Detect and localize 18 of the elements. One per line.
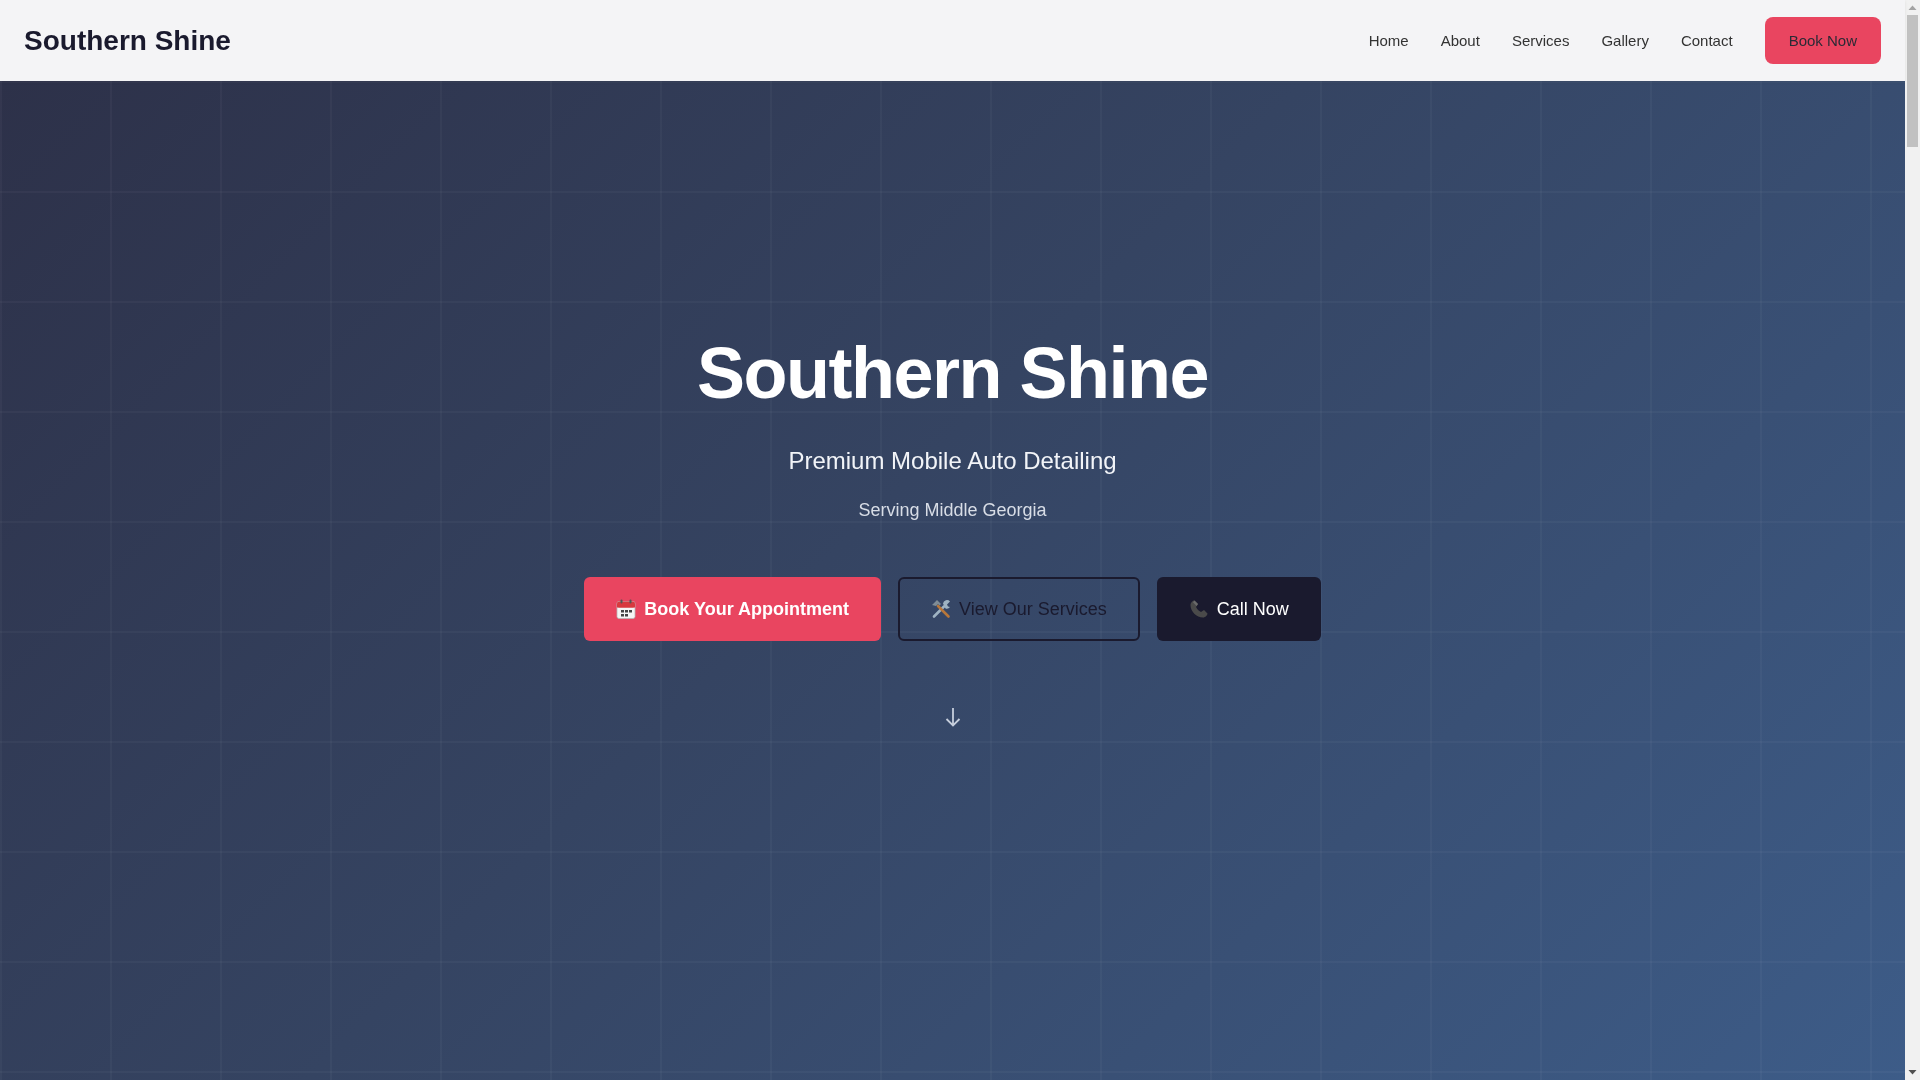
down-arrow-icon[interactable]: [944, 707, 961, 727]
tools-icon: [930, 599, 951, 619]
nav-link[interactable]: About: [1440, 31, 1480, 50]
phone-icon: [1188, 599, 1209, 619]
calendar-icon: [616, 599, 637, 619]
nav-link[interactable]: Gallery: [1601, 31, 1649, 50]
logo-text[interactable]: Southern Shine: [24, 23, 231, 58]
scrollbar-thumb[interactable]: [1907, 15, 1918, 147]
hero-title: Southern Shine: [697, 332, 1208, 415]
call-button[interactable]: Call Now: [1156, 577, 1321, 641]
appointment-button[interactable]: Book Your Appointment: [584, 577, 881, 641]
hero-subtitle: Premium Mobile Auto Detailing: [788, 446, 1117, 476]
nav-link[interactable]: Services: [1511, 31, 1570, 50]
nav-link[interactable]: Home: [1368, 31, 1409, 50]
nav-link[interactable]: Contact: [1680, 31, 1733, 50]
scrollbar[interactable]: [1905, 0, 1920, 1080]
book-now-button[interactable]: Book Now: [1764, 17, 1881, 64]
hero-tagline: Serving Middle Georgia: [858, 499, 1047, 522]
